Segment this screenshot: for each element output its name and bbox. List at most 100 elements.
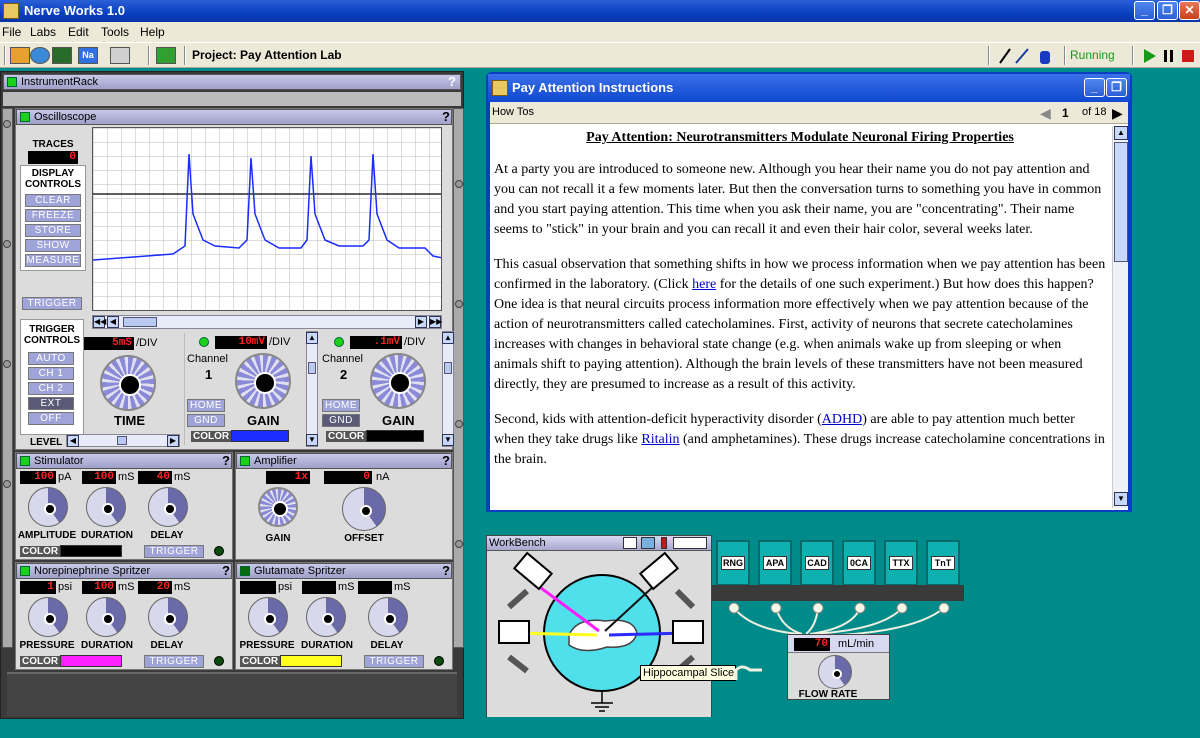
amplifier-gain-knob[interactable] xyxy=(258,487,298,527)
scroll-right-icon[interactable]: ▶ xyxy=(415,316,427,328)
duration-knob[interactable] xyxy=(86,487,126,527)
trigger-ext-button[interactable]: EXT xyxy=(28,397,74,410)
scroll-thumb[interactable] xyxy=(123,317,157,327)
amplifier-offset-knob[interactable] xyxy=(342,487,386,531)
menu-labs[interactable]: Labs xyxy=(30,25,56,39)
ne-delay-knob[interactable] xyxy=(148,597,188,637)
menu-file[interactable]: File xyxy=(2,25,21,39)
bottle-rng[interactable]: RNG xyxy=(716,540,750,586)
stim-electrode-holder[interactable] xyxy=(672,620,704,644)
scroll-last-icon[interactable]: ▶▶ xyxy=(429,316,442,328)
page-next-icon[interactable]: ▶ xyxy=(1112,105,1126,121)
channel2-home-button[interactable]: HOME xyxy=(322,399,360,412)
bottle-tnt[interactable]: TnT xyxy=(926,540,960,586)
ch2-pos-thumb[interactable] xyxy=(444,362,452,374)
channel2-color-swatch[interactable] xyxy=(366,430,424,442)
open-lab-icon[interactable] xyxy=(10,47,30,64)
time-knob[interactable] xyxy=(100,355,156,411)
ch1-pos-up-icon[interactable]: ▲ xyxy=(306,332,318,344)
glu-duration-knob[interactable] xyxy=(306,597,346,637)
trigger-off-button[interactable]: OFF xyxy=(28,412,74,425)
trigger-ch1-button[interactable]: CH 1 xyxy=(28,367,74,380)
electrode-tools-icon[interactable] xyxy=(996,47,1060,65)
workbench-icon[interactable] xyxy=(156,47,176,64)
channel2-gain-knob[interactable] xyxy=(370,353,426,409)
stimulator-color-swatch[interactable] xyxy=(60,545,122,557)
level-left-icon[interactable]: ◀ xyxy=(67,435,79,447)
glu-color-swatch[interactable] xyxy=(280,655,342,667)
workbench-bottles-icon[interactable] xyxy=(673,537,707,549)
freeze-button[interactable]: FREEZE xyxy=(25,209,81,222)
ne-duration-knob[interactable] xyxy=(86,597,126,637)
channel2-gnd-button[interactable]: GND xyxy=(322,414,360,427)
ch2-pos-up-icon[interactable]: ▲ xyxy=(442,332,454,344)
doc-scroll-up-icon[interactable]: ▲ xyxy=(1114,126,1128,140)
glu-delay-knob[interactable] xyxy=(368,597,408,637)
instructions-minimize-button[interactable]: _ xyxy=(1084,78,1105,97)
flow-rate-knob[interactable] xyxy=(818,655,852,689)
measure-button[interactable]: MEASURE xyxy=(25,254,81,267)
channel1-gain-knob[interactable] xyxy=(235,353,291,409)
bottle-0ca[interactable]: 0CA xyxy=(842,540,876,586)
menu-edit[interactable]: Edit xyxy=(68,25,89,39)
norepinephrine-help-button[interactable]: ? xyxy=(222,563,230,578)
channel1-home-button[interactable]: HOME xyxy=(187,399,225,412)
channel1-color-swatch[interactable] xyxy=(231,430,289,442)
rack-icon[interactable] xyxy=(110,47,130,64)
pause-icon[interactable] xyxy=(1164,50,1167,62)
minimize-button[interactable]: _ xyxy=(1134,1,1155,20)
ne-pressure-knob[interactable] xyxy=(28,597,68,637)
scope-scrollbar[interactable]: ◀◀ ◀ ▶ ▶▶ xyxy=(92,315,442,329)
adhd-link[interactable]: ADHD xyxy=(822,412,862,427)
maximize-button[interactable]: ❐ xyxy=(1157,1,1178,20)
bottle-cad[interactable]: CAD xyxy=(800,540,834,586)
stimulator-help-button[interactable]: ? xyxy=(222,453,230,468)
scroll-left-icon[interactable]: ◀ xyxy=(107,316,119,328)
scroll-first-icon[interactable]: ◀◀ xyxy=(93,316,106,328)
delay-knob[interactable] xyxy=(148,487,188,527)
page-prev-icon[interactable]: ◀ xyxy=(1040,105,1054,121)
workbench-tube-icon[interactable] xyxy=(661,537,667,549)
amplifier-help-button[interactable]: ? xyxy=(442,453,450,468)
play-icon[interactable] xyxy=(1144,49,1156,63)
show-all-button[interactable]: SHOW ALL xyxy=(25,239,81,263)
oscilloscope-help-button[interactable]: ? xyxy=(442,109,450,124)
ne-trigger-button[interactable]: TRIGGER xyxy=(144,655,204,668)
doc-scroll-thumb[interactable] xyxy=(1114,142,1128,262)
here-link[interactable]: here xyxy=(692,277,716,292)
rack-help-button[interactable]: ? xyxy=(448,74,456,89)
level-thumb[interactable] xyxy=(117,436,127,445)
ch1-pos-down-icon[interactable]: ▼ xyxy=(306,434,318,446)
workbench-tool-icon[interactable] xyxy=(623,537,637,549)
glu-pipette-holder[interactable] xyxy=(498,620,530,644)
workbench-stim-icon[interactable] xyxy=(641,537,655,549)
ritalin-link[interactable]: Ritalin xyxy=(641,432,679,447)
stimulator-trigger-button[interactable]: TRIGGER xyxy=(144,545,204,558)
trigger-ch2-button[interactable]: CH 2 xyxy=(28,382,74,395)
ch2-pos-down-icon[interactable]: ▼ xyxy=(442,434,454,446)
globe-icon[interactable] xyxy=(30,47,50,64)
ch1-pos-thumb[interactable] xyxy=(308,362,316,374)
ne-color-swatch[interactable] xyxy=(60,655,122,667)
channel1-gnd-button[interactable]: GND xyxy=(187,414,225,427)
bottle-ttx[interactable]: TTX xyxy=(884,540,918,586)
channel2-position-slider[interactable]: ▲ ▼ xyxy=(442,331,454,447)
level-right-icon[interactable]: ▶ xyxy=(167,435,179,447)
howtos-link[interactable]: How Tos xyxy=(492,106,534,118)
page-number[interactable]: 1 xyxy=(1062,106,1069,120)
instructions-maximize-button[interactable]: ❐ xyxy=(1106,78,1127,97)
clear-button[interactable]: CLEAR xyxy=(25,194,81,207)
sodium-icon[interactable]: Na xyxy=(78,47,98,64)
menu-tools[interactable]: Tools xyxy=(101,25,129,39)
document-scrollbar[interactable]: ▲ ▼ xyxy=(1112,126,1128,508)
doc-scroll-down-icon[interactable]: ▼ xyxy=(1114,492,1128,506)
store-button[interactable]: STORE xyxy=(25,224,81,237)
oscilloscope-icon[interactable] xyxy=(52,47,72,64)
scope-trigger-button[interactable]: TRIGGER xyxy=(22,297,82,310)
glu-pressure-knob[interactable] xyxy=(248,597,288,637)
amplitude-knob[interactable] xyxy=(28,487,68,527)
channel1-position-slider[interactable]: ▲ ▼ xyxy=(306,331,318,447)
level-slider[interactable]: ◀ ▶ xyxy=(66,434,180,447)
menu-help[interactable]: Help xyxy=(140,25,165,39)
stop-icon[interactable] xyxy=(1182,50,1194,62)
